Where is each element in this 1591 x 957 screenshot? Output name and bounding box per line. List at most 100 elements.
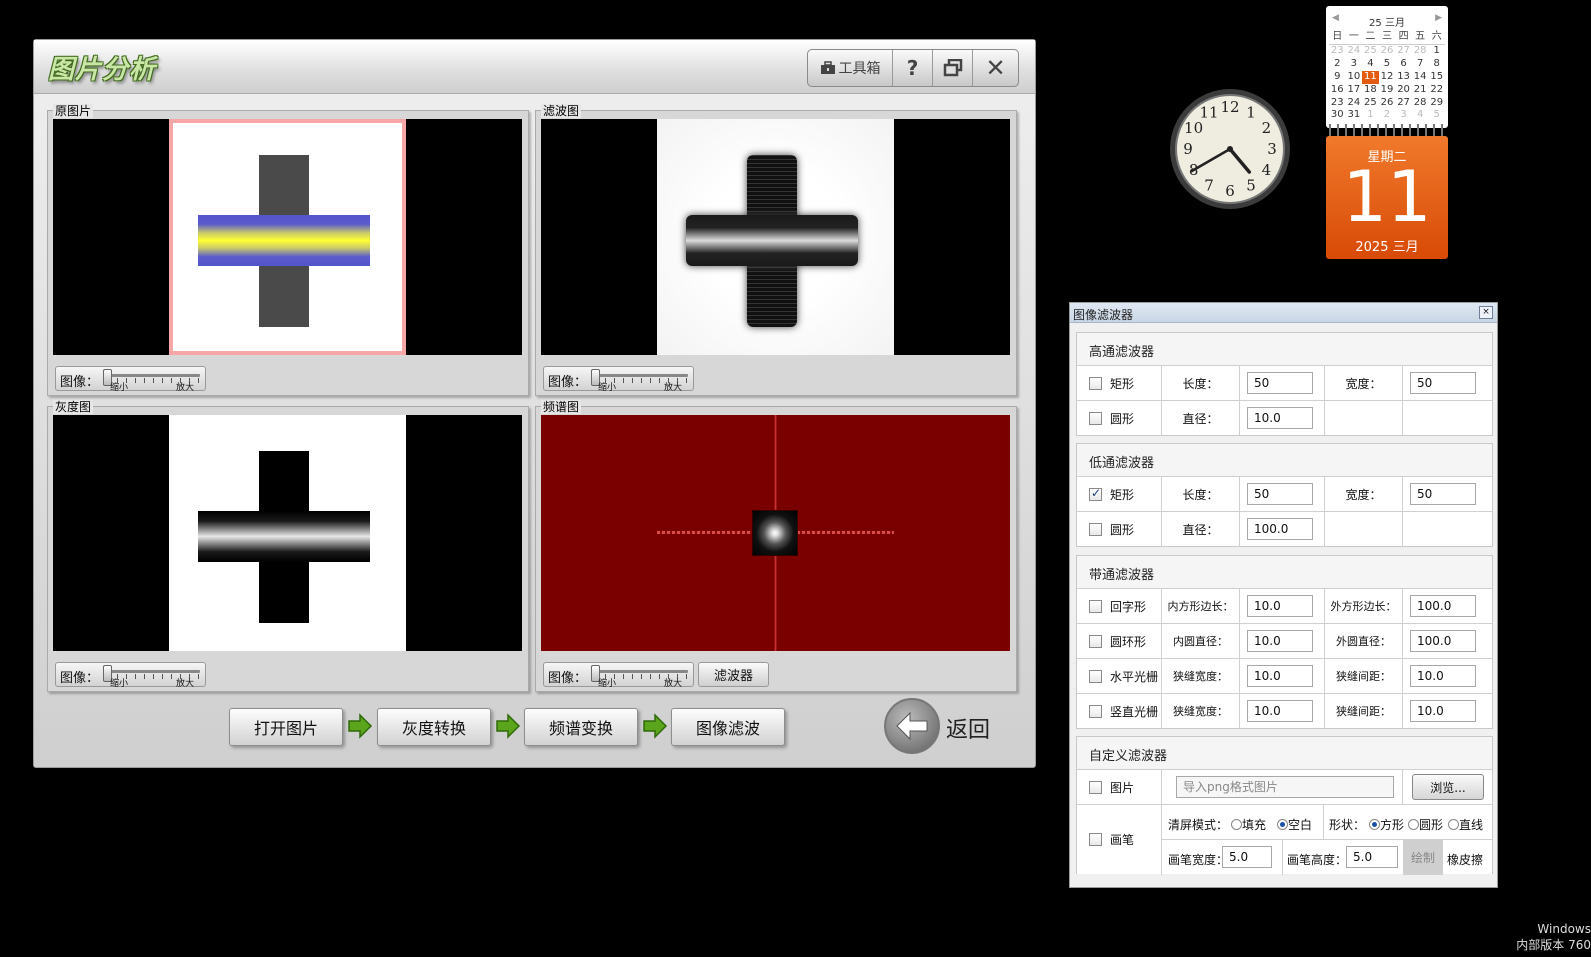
open-image-button[interactable]: 打开图片 — [229, 708, 343, 746]
calendar-day-cell[interactable]: 27 — [1395, 97, 1412, 110]
calendar-day-cell[interactable]: 5 — [1379, 58, 1396, 71]
clear-blank-option[interactable]: 空白 — [1277, 816, 1312, 833]
calendar-day-cell[interactable]: 31 — [1346, 109, 1363, 122]
calendar-day-cell[interactable]: 13 — [1395, 71, 1412, 84]
bandpass-hgrating-checkbox[interactable] — [1089, 669, 1102, 683]
calendar-day-cell[interactable]: 17 — [1346, 84, 1363, 97]
calendar-day-cell[interactable]: 1 — [1428, 45, 1445, 58]
calendar-day-cell[interactable]: 3 — [1395, 109, 1412, 122]
shape-line-radio[interactable] — [1448, 819, 1459, 830]
calendar-day-cell[interactable]: 16 — [1329, 84, 1346, 97]
calendar-day-cell[interactable]: 28 — [1412, 45, 1429, 58]
filtered-image-canvas[interactable] — [541, 119, 1010, 355]
brush-width-input[interactable]: 5.0 — [1222, 846, 1272, 868]
toolbox-button[interactable]: 工具箱 — [808, 50, 892, 86]
zoom-slider-track[interactable] — [108, 670, 200, 679]
brush-height-input[interactable]: 5.0 — [1346, 846, 1398, 868]
zoom-slider-track[interactable] — [596, 670, 688, 679]
restore-button[interactable] — [932, 50, 972, 86]
gray-convert-button[interactable]: 灰度转换 — [377, 708, 491, 746]
browse-button[interactable]: 浏览... — [1412, 774, 1484, 800]
shape-circle-option[interactable]: 圆形 — [1408, 816, 1443, 833]
back-button[interactable]: 返回 — [884, 698, 1004, 758]
calendar-day-cell[interactable]: 12 — [1379, 71, 1396, 84]
zoom-slider-track[interactable] — [108, 374, 200, 383]
shape-square-radio[interactable] — [1369, 819, 1380, 830]
next-month-icon[interactable]: ▶ — [1435, 13, 1442, 23]
original-image-canvas[interactable] — [53, 119, 522, 355]
image-filter-button[interactable]: 图像滤波 — [671, 708, 785, 746]
calendar-day-cell[interactable]: 8 — [1428, 58, 1445, 71]
bandpass-v-slit-width-input[interactable]: 10.0 — [1247, 700, 1313, 722]
calendar-day-cell[interactable]: 24 — [1346, 45, 1363, 58]
bandpass-outer-side-input[interactable]: 100.0 — [1410, 595, 1476, 617]
calendar-day-cell[interactable]: 30 — [1329, 109, 1346, 122]
calendar-day-cell[interactable]: 1 — [1362, 109, 1379, 122]
calendar-day-cell[interactable]: 26 — [1379, 97, 1396, 110]
lowpass-length-input[interactable]: 50 — [1247, 483, 1313, 505]
highpass-diameter-input[interactable]: 10.0 — [1247, 407, 1313, 429]
calendar-day-cell[interactable]: 23 — [1329, 97, 1346, 110]
highpass-circle-checkbox[interactable] — [1089, 411, 1102, 425]
lowpass-width-input[interactable]: 50 — [1410, 483, 1476, 505]
bandpass-h-slit-width-input[interactable]: 10.0 — [1247, 665, 1313, 687]
clock-gadget[interactable]: 123456789101112 — [1168, 87, 1292, 211]
calendar-day-cell[interactable]: 18 — [1362, 84, 1379, 97]
shape-line-option[interactable]: 直线 — [1448, 816, 1483, 833]
calendar-day-cell[interactable]: 5 — [1428, 109, 1445, 122]
calendar-day-cell[interactable]: 4 — [1362, 58, 1379, 71]
custom-image-checkbox[interactable] — [1089, 780, 1102, 794]
calendar-day-cell[interactable]: 20 — [1395, 84, 1412, 97]
lowpass-rect-checkbox[interactable] — [1089, 486, 1102, 501]
shape-circle-radio[interactable] — [1408, 819, 1419, 830]
calendar-day-cell[interactable]: 6 — [1395, 58, 1412, 71]
calendar-day-cell[interactable]: 11 — [1362, 70, 1379, 84]
calendar-day-cell[interactable]: 15 — [1428, 71, 1445, 84]
calendar-day-cell[interactable]: 25 — [1362, 97, 1379, 110]
calendar-day-cell[interactable]: 23 — [1329, 45, 1346, 58]
bandpass-v-slit-gap-input[interactable]: 10.0 — [1410, 700, 1476, 722]
clear-blank-radio[interactable] — [1277, 819, 1288, 830]
clear-fill-radio[interactable] — [1231, 819, 1242, 830]
calendar-day-cell[interactable]: 25 — [1362, 45, 1379, 58]
highpass-width-input[interactable]: 50 — [1410, 372, 1476, 394]
highpass-rect-checkbox[interactable] — [1089, 376, 1102, 390]
calendar-day-cell[interactable]: 29 — [1428, 97, 1445, 110]
spectrum-image-canvas[interactable] — [541, 415, 1010, 651]
close-button[interactable]: ✕ — [972, 50, 1018, 86]
calendar-day-cell[interactable]: 4 — [1412, 109, 1429, 122]
calendar-day-cell[interactable]: 10 — [1346, 71, 1363, 84]
gray-image-canvas[interactable] — [53, 415, 522, 651]
calendar-day-cell[interactable]: 7 — [1412, 58, 1429, 71]
calendar-day-cell[interactable]: 19 — [1379, 84, 1396, 97]
calendar-day-cell[interactable]: 22 — [1428, 84, 1445, 97]
zoom-slider-track[interactable] — [596, 374, 688, 383]
calendar-day-cell[interactable]: 2 — [1379, 109, 1396, 122]
lowpass-diameter-input[interactable]: 100.0 — [1247, 518, 1313, 540]
calendar-day-cell[interactable]: 14 — [1412, 71, 1429, 84]
calendar-day-cell[interactable]: 26 — [1379, 45, 1396, 58]
custom-brush-checkbox[interactable] — [1089, 833, 1102, 846]
calendar-day-cell[interactable]: 2 — [1329, 58, 1346, 71]
custom-image-path-input[interactable]: 导入png格式图片 — [1176, 776, 1394, 798]
lowpass-circle-checkbox[interactable] — [1089, 522, 1102, 536]
bandpass-inner-side-input[interactable]: 10.0 — [1247, 595, 1313, 617]
calendar-day-cell[interactable]: 24 — [1346, 97, 1363, 110]
bandpass-ring-checkbox[interactable] — [1089, 634, 1102, 648]
calendar-day-cell[interactable]: 27 — [1395, 45, 1412, 58]
calendar-day-cell[interactable]: 3 — [1346, 58, 1363, 71]
eraser-button[interactable]: 橡皮擦 — [1447, 851, 1483, 868]
shape-square-option[interactable]: 方形 — [1369, 816, 1404, 833]
clear-fill-option[interactable]: 填充 — [1231, 816, 1266, 833]
bandpass-square-ring-checkbox[interactable] — [1089, 599, 1102, 613]
highpass-length-input[interactable]: 50 — [1247, 372, 1313, 394]
bandpass-outer-diam-input[interactable]: 100.0 — [1410, 630, 1476, 652]
draw-button[interactable]: 绘制 — [1403, 840, 1443, 875]
calendar-day-cell[interactable]: 21 — [1412, 84, 1429, 97]
filter-window-close-button[interactable]: × — [1479, 306, 1493, 319]
spectrum-convert-button[interactable]: 频谱变换 — [524, 708, 638, 746]
filter-tool-button[interactable]: 滤波器 — [698, 662, 769, 687]
calendar-gadget[interactable]: ◀ 25 三月 ▶ 日一二三四五六 23 24 25 26 27 28 1 2 3 4 5 6 7 8 9 10… — [1326, 6, 1448, 259]
bandpass-inner-diam-input[interactable]: 10.0 — [1247, 630, 1313, 652]
bandpass-h-slit-gap-input[interactable]: 10.0 — [1410, 665, 1476, 687]
